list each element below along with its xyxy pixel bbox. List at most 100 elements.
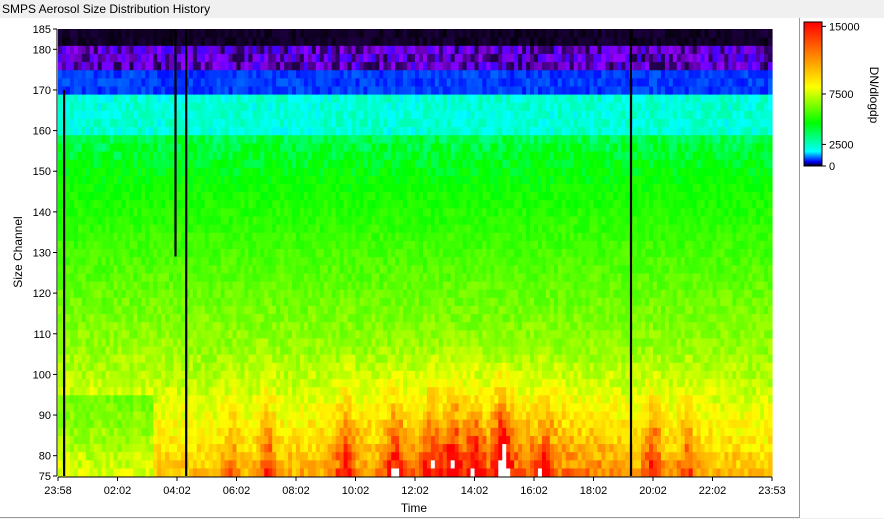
heatmap-cell bbox=[101, 85, 107, 95]
heatmap-cell bbox=[145, 215, 150, 225]
heatmap-cell bbox=[284, 459, 289, 469]
heatmap-cell bbox=[121, 272, 127, 282]
heatmap-cell bbox=[69, 402, 75, 412]
heatmap-cell bbox=[399, 354, 404, 363]
heatmap-cell bbox=[248, 69, 253, 79]
heatmap-cell bbox=[196, 85, 202, 95]
heatmap-cell bbox=[343, 191, 349, 201]
heatmap-cell bbox=[363, 345, 368, 355]
heatmap-cell bbox=[109, 256, 115, 266]
heatmap-cell bbox=[117, 370, 123, 380]
heatmap-cell bbox=[105, 183, 111, 193]
heatmap-cell bbox=[204, 305, 210, 315]
heatmap-cell bbox=[367, 435, 372, 445]
heatmap-cell bbox=[149, 386, 154, 396]
heatmap-cell bbox=[173, 362, 178, 371]
heatmap-cell bbox=[93, 37, 99, 46]
heatmap-cell bbox=[129, 394, 134, 404]
heatmap-cell bbox=[73, 69, 79, 79]
heatmap-cell bbox=[141, 126, 146, 136]
heatmap-cell bbox=[157, 175, 162, 185]
heatmap-cell bbox=[133, 240, 138, 250]
heatmap-cell bbox=[200, 207, 206, 217]
heatmap-cell bbox=[58, 272, 63, 282]
heatmap-cell bbox=[133, 77, 138, 87]
heatmap-cell bbox=[315, 102, 321, 111]
heatmap-cell bbox=[153, 394, 158, 404]
heatmap-cell bbox=[133, 337, 138, 347]
heatmap-cell bbox=[93, 110, 99, 119]
heatmap-cell bbox=[196, 199, 202, 209]
heatmap-cell bbox=[200, 329, 206, 339]
heatmap-cell bbox=[196, 386, 202, 396]
heatmap-cell bbox=[387, 337, 392, 347]
heatmap-cell bbox=[331, 110, 337, 119]
heatmap-cell bbox=[315, 305, 321, 315]
heatmap-cell bbox=[268, 256, 273, 266]
heatmap-cell bbox=[105, 280, 111, 290]
heatmap-cell bbox=[252, 280, 257, 290]
heatmap-cell bbox=[129, 207, 134, 217]
heatmap-cell bbox=[97, 37, 103, 46]
heatmap-cell bbox=[292, 272, 297, 282]
heatmap-cell bbox=[89, 77, 95, 87]
heatmap-cell bbox=[303, 402, 309, 412]
heatmap-cell bbox=[157, 354, 162, 363]
heatmap-cell bbox=[339, 386, 345, 396]
heatmap-cell bbox=[256, 435, 261, 445]
heatmap-cell bbox=[188, 37, 194, 46]
heatmap-cell bbox=[192, 305, 198, 315]
heatmap-cell bbox=[375, 167, 380, 176]
heatmap-cell bbox=[272, 183, 277, 193]
heatmap-cell bbox=[77, 207, 83, 217]
heatmap-cell bbox=[228, 183, 234, 193]
heatmap-cell bbox=[383, 329, 388, 339]
heatmap-cell bbox=[303, 272, 309, 282]
heatmap-cell bbox=[208, 451, 214, 461]
heatmap-cell bbox=[157, 61, 162, 71]
heatmap-cell bbox=[196, 467, 202, 477]
heatmap-cell bbox=[315, 435, 321, 445]
heatmap-cell bbox=[153, 77, 158, 87]
heatmap-cell bbox=[252, 329, 257, 339]
heatmap-cell bbox=[244, 69, 249, 79]
heatmap-cell bbox=[93, 232, 99, 241]
heatmap-cell bbox=[399, 435, 404, 445]
heatmap-cell bbox=[335, 410, 341, 420]
heatmap-cell bbox=[240, 37, 246, 46]
heatmap-cell bbox=[117, 280, 123, 290]
heatmap-cell bbox=[296, 126, 301, 136]
heatmap-cell bbox=[121, 427, 127, 436]
heatmap-cell bbox=[303, 321, 309, 331]
heatmap-cell bbox=[105, 240, 111, 250]
heatmap-cell bbox=[141, 451, 146, 461]
heatmap-cell bbox=[359, 102, 365, 111]
heatmap-cell bbox=[77, 199, 83, 209]
heatmap-cell bbox=[288, 354, 293, 363]
heatmap-cell bbox=[228, 459, 234, 469]
heatmap-cell bbox=[367, 362, 372, 371]
heatmap-cell bbox=[248, 215, 253, 225]
heatmap-cell bbox=[268, 410, 273, 420]
heatmap-cell bbox=[141, 297, 146, 306]
heatmap-cell bbox=[89, 134, 95, 144]
heatmap-cell bbox=[177, 305, 182, 315]
heatmap-cell bbox=[403, 199, 408, 209]
heatmap-cell bbox=[192, 94, 198, 103]
heatmap-cell bbox=[327, 419, 333, 428]
heatmap-cell bbox=[157, 435, 162, 445]
heatmap-cell bbox=[355, 37, 361, 46]
heatmap-cell bbox=[204, 118, 210, 128]
heatmap-cell bbox=[212, 386, 218, 396]
heatmap-cell bbox=[319, 37, 325, 46]
heatmap-cell bbox=[236, 61, 242, 71]
heatmap-cell bbox=[411, 45, 416, 54]
heatmap-cell bbox=[149, 378, 154, 388]
heatmap-cell bbox=[149, 69, 154, 79]
heatmap-cell bbox=[157, 240, 162, 250]
heatmap-cell bbox=[284, 256, 289, 266]
heatmap-cell bbox=[240, 386, 246, 396]
heatmap-cell bbox=[288, 159, 293, 168]
heatmap-cell bbox=[292, 207, 297, 217]
heatmap-cell bbox=[236, 232, 242, 241]
